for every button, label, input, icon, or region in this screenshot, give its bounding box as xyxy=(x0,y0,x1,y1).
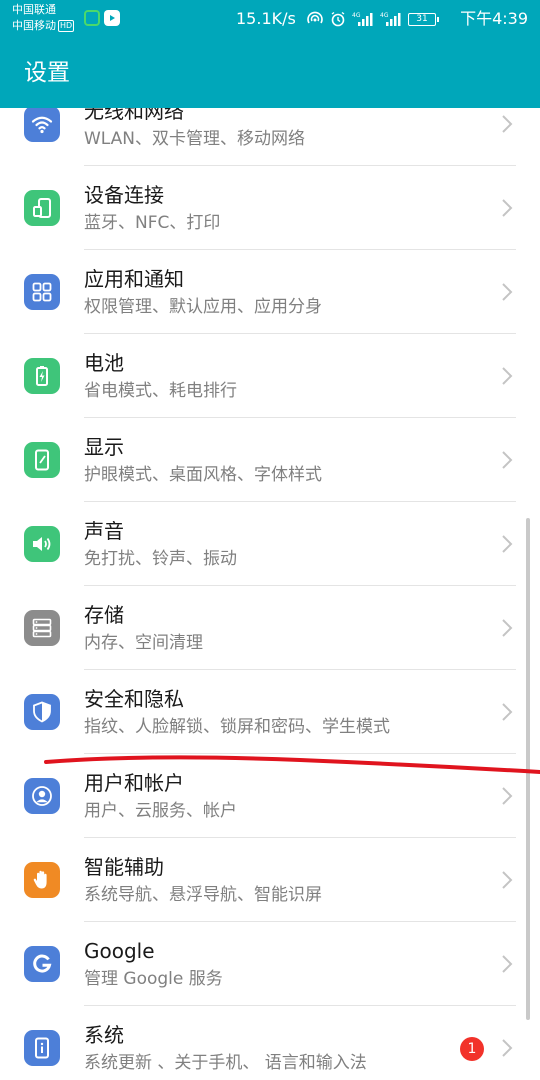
svg-text:4G: 4G xyxy=(352,12,361,19)
settings-item-battery[interactable]: 电池 省电模式、耗电排行 xyxy=(0,334,540,418)
chevron-right-icon xyxy=(502,619,513,637)
notification-app-icon xyxy=(84,10,100,26)
item-title: 系统 xyxy=(84,1023,124,1047)
item-subtitle: 内存、空间清理 xyxy=(84,633,203,653)
settings-item-wireless-network[interactable]: 无线和网络 WLAN、双卡管理、移动网络 xyxy=(0,108,540,166)
item-subtitle: 系统更新 、关于手机、 语言和输入法 xyxy=(84,1053,367,1073)
settings-item-device-connection[interactable]: 设备连接 蓝牙、NFC、打印 xyxy=(0,166,540,250)
chevron-right-icon xyxy=(502,787,513,805)
chevron-right-icon xyxy=(502,115,513,133)
settings-item-google[interactable]: Google 管理 Google 服务 xyxy=(0,922,540,1006)
settings-item-users-accounts[interactable]: 用户和帐户 用户、云服务、帐户 xyxy=(0,754,540,838)
svg-text:4G: 4G xyxy=(380,12,389,19)
system-info-icon xyxy=(24,1030,60,1066)
item-title: Google xyxy=(84,939,155,963)
hand-icon xyxy=(24,862,60,898)
carrier-primary: 中国联通 xyxy=(12,3,56,16)
network-speed: 15.1K/s xyxy=(236,9,296,28)
settings-item-apps-notifications[interactable]: 应用和通知 权限管理、默认应用、应用分身 xyxy=(0,250,540,334)
item-subtitle: 管理 Google 服务 xyxy=(84,969,223,989)
chevron-right-icon xyxy=(502,283,513,301)
alarm-icon xyxy=(331,11,345,27)
notification-video-icon xyxy=(104,10,120,26)
item-title: 安全和隐私 xyxy=(84,687,184,711)
item-title: 智能辅助 xyxy=(84,855,164,879)
update-badge: 1 xyxy=(460,1037,484,1061)
status-bar: 中国联通 中国移动 HD 15.1K/s 4G 4G 31 下午4:39 xyxy=(0,0,540,40)
chevron-right-icon xyxy=(502,703,513,721)
settings-item-smart-assistance[interactable]: 智能辅助 系统导航、悬浮导航、智能识屏 xyxy=(0,838,540,922)
device-connect-icon xyxy=(24,190,60,226)
chevron-right-icon xyxy=(502,451,513,469)
display-icon xyxy=(24,442,60,478)
page-title: 设置 xyxy=(24,60,70,86)
item-title: 设备连接 xyxy=(84,183,164,207)
item-title: 无线和网络 xyxy=(84,108,184,123)
item-title: 电池 xyxy=(84,351,124,375)
item-subtitle: 省电模式、耗电排行 xyxy=(84,381,237,401)
chevron-right-icon xyxy=(502,535,513,553)
app-bar: 设置 xyxy=(0,40,540,108)
settings-item-display[interactable]: 显示 护眼模式、桌面风格、字体样式 xyxy=(0,418,540,502)
chevron-right-icon xyxy=(502,367,513,385)
item-subtitle: WLAN、双卡管理、移动网络 xyxy=(84,129,306,149)
item-title: 存储 xyxy=(84,603,124,627)
status-clock: 下午4:39 xyxy=(460,9,528,28)
hd-voice-badge: HD xyxy=(58,20,75,32)
wifi-icon xyxy=(24,108,60,142)
shield-icon xyxy=(24,694,60,730)
google-icon xyxy=(24,946,60,982)
battery-indicator: 31 xyxy=(408,12,439,26)
item-subtitle: 蓝牙、NFC、打印 xyxy=(84,213,221,233)
chevron-right-icon xyxy=(502,199,513,217)
item-subtitle: 用户、云服务、帐户 xyxy=(84,801,237,821)
settings-item-system[interactable]: 系统 系统更新 、关于手机、 语言和输入法 1 xyxy=(0,1006,540,1080)
item-subtitle: 权限管理、默认应用、应用分身 xyxy=(84,297,322,317)
battery-icon xyxy=(24,358,60,394)
signal-4g-secondary-icon: 4G xyxy=(380,12,401,26)
settings-item-sound[interactable]: 声音 免打扰、铃声、振动 xyxy=(0,502,540,586)
settings-list[interactable]: 无线和网络 WLAN、双卡管理、移动网络 设备连接 蓝牙、NFC、打印 应用和通… xyxy=(0,108,540,1080)
settings-item-security-privacy[interactable]: 安全和隐私 指纹、人脸解锁、锁屏和密码、学生模式 xyxy=(0,670,540,754)
item-subtitle: 护眼模式、桌面风格、字体样式 xyxy=(84,465,322,485)
chevron-right-icon xyxy=(502,1039,513,1057)
speaker-icon xyxy=(24,526,60,562)
apps-grid-icon xyxy=(24,274,60,310)
carrier-secondary: 中国移动 HD xyxy=(12,19,75,32)
item-title: 用户和帐户 xyxy=(84,771,184,795)
hotspot-icon xyxy=(307,11,323,24)
item-title: 声音 xyxy=(84,519,124,543)
item-subtitle: 免打扰、铃声、振动 xyxy=(84,549,237,569)
item-subtitle: 指纹、人脸解锁、锁屏和密码、学生模式 xyxy=(84,717,390,737)
item-title: 应用和通知 xyxy=(84,267,184,291)
storage-icon xyxy=(24,610,60,646)
chevron-right-icon xyxy=(502,871,513,889)
scrollbar[interactable] xyxy=(526,518,530,1020)
status-icons: 4G 4G 31 xyxy=(306,9,439,29)
item-title: 显示 xyxy=(84,435,124,459)
item-subtitle: 系统导航、悬浮导航、智能识屏 xyxy=(84,885,322,905)
chevron-right-icon xyxy=(502,955,513,973)
settings-item-storage[interactable]: 存储 内存、空间清理 xyxy=(0,586,540,670)
user-account-icon xyxy=(24,778,60,814)
signal-4g-icon: 4G xyxy=(352,12,373,26)
